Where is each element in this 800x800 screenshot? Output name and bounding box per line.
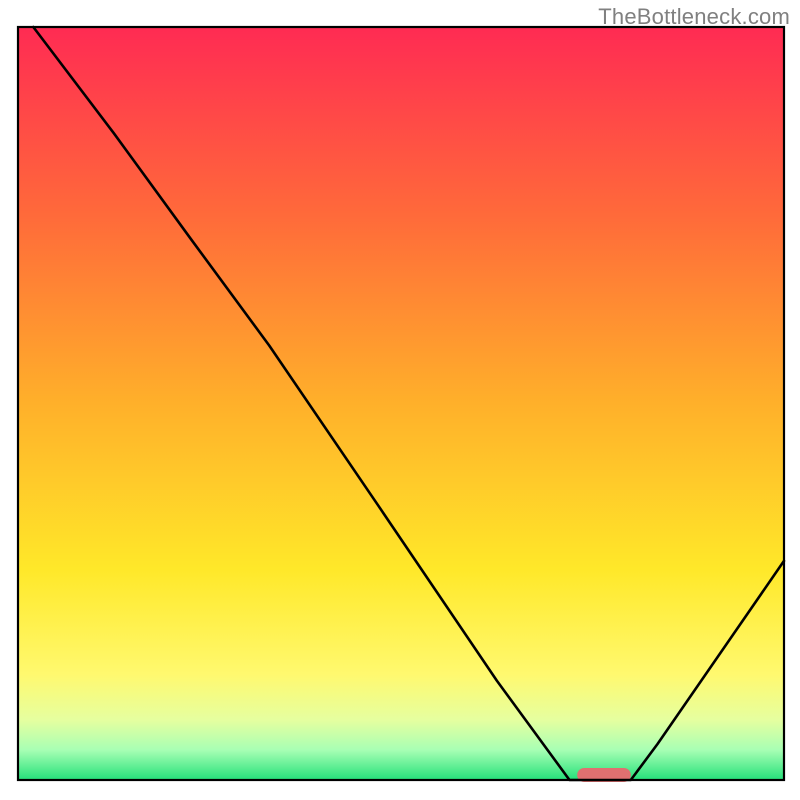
bottleneck-chart: TheBottleneck.com — [0, 0, 800, 800]
chart-svg — [0, 0, 800, 800]
plot-area — [18, 27, 784, 780]
watermark-text: TheBottleneck.com — [598, 4, 790, 30]
